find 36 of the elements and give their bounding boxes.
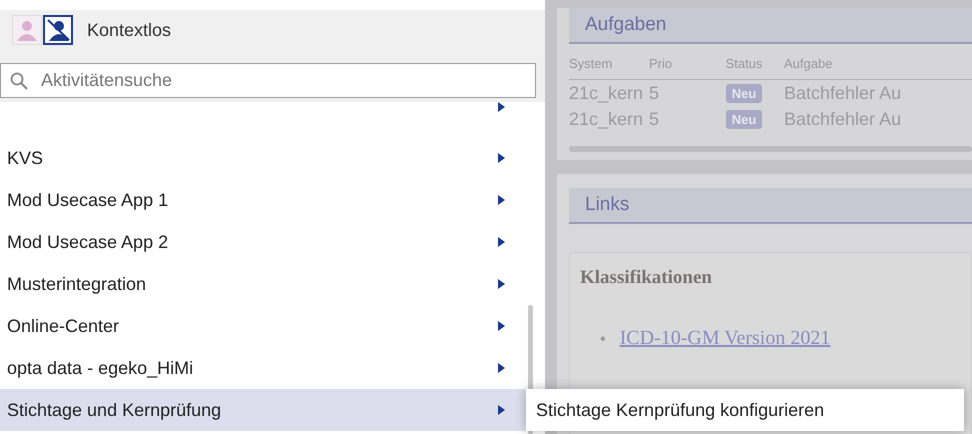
menu-item[interactable]: Musterintegration	[0, 263, 545, 305]
arrow-icon	[498, 321, 505, 331]
arrow-icon	[498, 102, 505, 112]
submenu-item[interactable]: Stichtage Kernprüfung konfigurieren	[526, 389, 964, 431]
column-header: Prio	[649, 56, 674, 71]
arrow-icon	[498, 405, 505, 415]
arrow-icon	[498, 279, 505, 289]
panel-header: Links	[569, 188, 972, 224]
menu-item[interactable]: KVS	[0, 137, 545, 179]
bullet: •	[600, 331, 606, 348]
table-cell-text: 21c_kern	[569, 82, 644, 104]
column-header: Aufgabe	[784, 56, 832, 71]
menu-item[interactable]: Online-Center	[0, 305, 545, 347]
crossed-person-icon[interactable]	[43, 15, 73, 45]
arrow-icon	[498, 237, 505, 247]
table-cell: Batchfehler Au	[784, 108, 902, 130]
menu-item[interactable]: Mod Usecase App 2	[0, 221, 545, 263]
column-header: Status	[724, 56, 764, 71]
panel-header: Aufgaben	[569, 8, 972, 44]
status-badge: Neu	[726, 84, 762, 102]
menu-item[interactable]: opta data - egeko_HiMi	[0, 347, 545, 389]
arrow-icon	[498, 195, 505, 205]
status-badge: Neu	[726, 110, 762, 128]
section-title: Klassifikationen	[580, 267, 713, 289]
search-field[interactable]: Aktivitätensuche	[0, 63, 536, 98]
table-cell-text: 5	[649, 108, 660, 130]
scrollbar[interactable]	[569, 146, 972, 152]
column-header: System	[569, 56, 614, 71]
table-cell-text: 21c_kern	[569, 108, 644, 130]
table-cell-text: 5	[649, 82, 660, 104]
arrow-icon	[498, 153, 505, 163]
search-icon	[10, 72, 28, 90]
context-label: Kontextlos	[87, 20, 172, 40]
menu-item[interactable]: Mod Usecase App 1	[0, 179, 545, 221]
table-cell: Batchfehler Au	[784, 82, 902, 104]
arrow-icon	[498, 363, 505, 373]
